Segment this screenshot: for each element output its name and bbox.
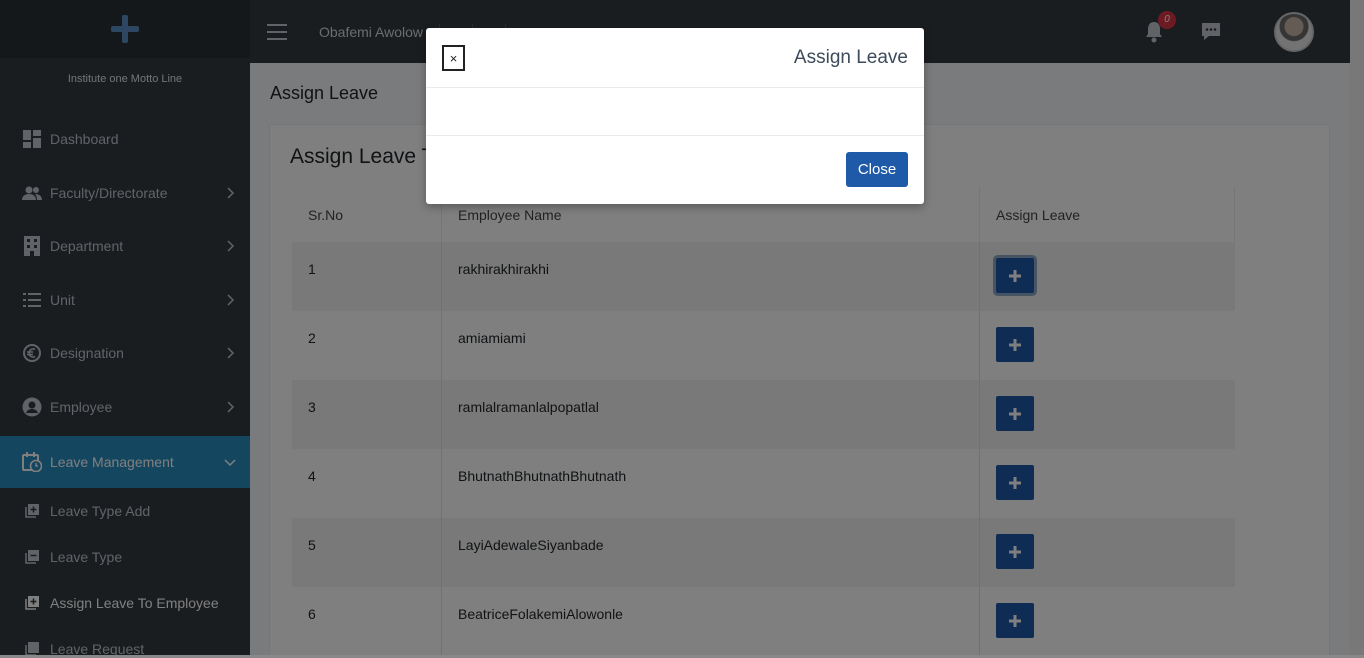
modal-body: [426, 88, 924, 136]
modal-close-x-button[interactable]: ×: [442, 45, 465, 71]
modal-header: × Assign Leave: [426, 28, 924, 88]
close-button[interactable]: Close: [846, 152, 908, 187]
modal-title: Assign Leave: [793, 47, 908, 68]
assign-leave-modal: × Assign Leave Close: [426, 28, 924, 204]
modal-footer: Close: [426, 136, 924, 204]
